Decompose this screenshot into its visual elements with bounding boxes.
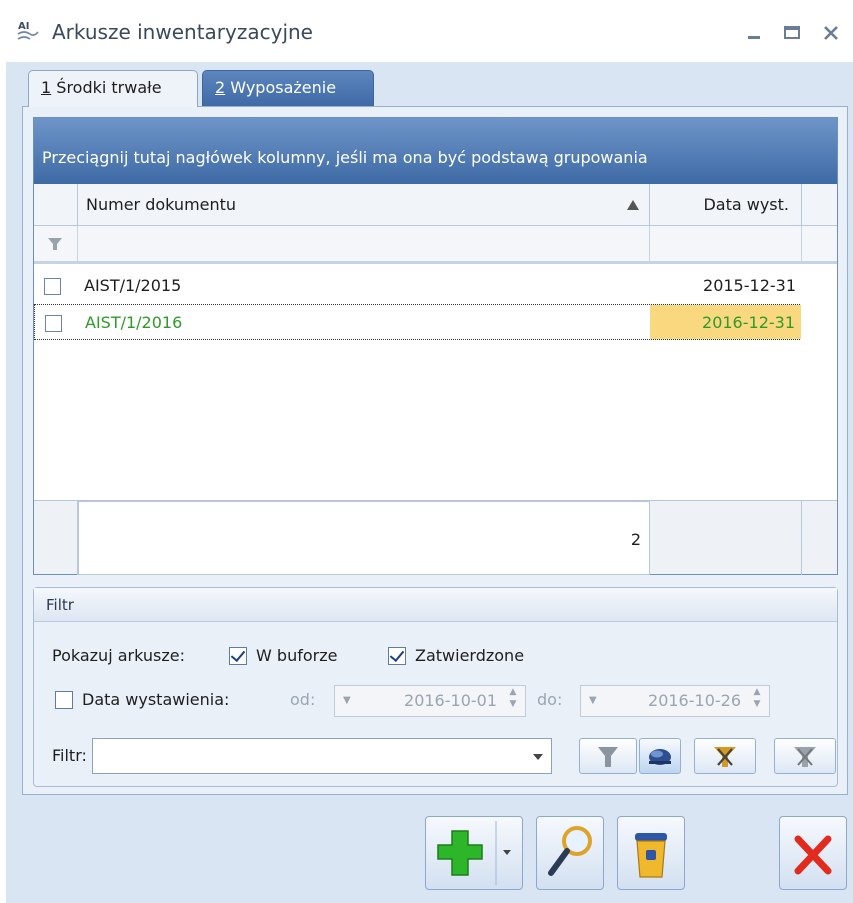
- row-checkbox[interactable]: [44, 278, 61, 295]
- filter-row-icon: [48, 238, 62, 250]
- column-header-numer-dokumentu[interactable]: Numer dokumentu: [78, 184, 650, 226]
- spin-arrows-icon[interactable]: ▲ ▼: [749, 686, 765, 716]
- filter-group: Filtr Pokazuj arkusze: W buforze Zatwier…: [33, 587, 838, 787]
- tab-label: Wyposażenie: [230, 78, 337, 97]
- tab-srodki-trwale[interactable]: 1 Środki trwałe: [28, 70, 198, 107]
- maximize-icon[interactable]: [778, 18, 808, 48]
- approved-checkbox[interactable]: [388, 647, 406, 665]
- row-date: 2015-12-31: [703, 276, 796, 295]
- row-doc-number: AIST/1/2015: [84, 276, 182, 295]
- filter-group-title: Filtr: [34, 588, 837, 622]
- window: AI Arkusze inwentaryzacyjne 1 Środki trw…: [6, 4, 853, 903]
- documents-grid: Przeciągnij tutaj nagłówek kolumny, jeśl…: [33, 117, 838, 575]
- helmet-icon: [649, 749, 671, 765]
- row-checkbox[interactable]: [45, 315, 62, 332]
- footer-count: 2: [78, 501, 650, 575]
- date-from-value: 2016-10-01: [404, 691, 497, 710]
- show-sheets-label: Pokazuj arkusze:: [52, 646, 185, 665]
- filter-cell-numer[interactable]: [78, 226, 650, 261]
- column-header-label: Numer dokumentu: [86, 195, 237, 214]
- window-title: Arkusze inwentaryzacyjne: [52, 20, 313, 44]
- header-filler-cell: [802, 184, 837, 226]
- funnel-clear-icon: [714, 747, 736, 767]
- spin-arrows-icon[interactable]: ▲ ▼: [505, 686, 521, 716]
- chevron-down-icon[interactable]: [533, 754, 543, 760]
- app-icon-text: AI: [18, 21, 29, 32]
- preview-button[interactable]: [536, 816, 604, 890]
- delete-button[interactable]: [617, 816, 685, 890]
- tab-label: Środki trwałe: [56, 78, 162, 97]
- app-icon: AI: [17, 21, 39, 40]
- clear-filter-button[interactable]: [694, 738, 756, 774]
- tab-key: 1: [41, 78, 52, 97]
- plus-icon: [437, 821, 511, 885]
- add-button[interactable]: [425, 816, 523, 890]
- red-x-icon: [794, 835, 832, 875]
- grid-header: Numer dokumentu Data wyst.: [34, 184, 837, 226]
- date-from-spinner[interactable]: ▼ 2016-10-01 ▲ ▼: [334, 685, 526, 717]
- filter-options-button[interactable]: [639, 738, 681, 774]
- footer-cell: [650, 501, 802, 575]
- date-to-value: 2016-10-26: [648, 691, 741, 710]
- column-header-label: Data wyst.: [703, 195, 789, 214]
- tab-key: 2: [215, 78, 226, 97]
- date-from-label: od:: [290, 690, 316, 709]
- in-buffer-label[interactable]: W buforze: [256, 646, 337, 665]
- magnifier-icon: [548, 826, 592, 876]
- table-row-selected[interactable]: AIST/1/2016 2016-12-31: [34, 304, 801, 340]
- funnel-remove-icon: [794, 747, 816, 767]
- in-buffer-checkbox[interactable]: [229, 647, 247, 665]
- filter-label: Filtr:: [52, 746, 87, 765]
- tab-strip: 1 Środki trwałe 2 Wyposażenie: [28, 70, 848, 107]
- sort-ascending-icon: [627, 200, 639, 210]
- filter-row-icon-cell[interactable]: [34, 226, 78, 261]
- grid-filter-row: [34, 226, 837, 264]
- dropdown-arrow-icon[interactable]: ▼: [343, 686, 351, 716]
- column-header-data-wyst[interactable]: Data wyst.: [650, 184, 802, 226]
- group-by-panel[interactable]: Przeciągnij tutaj nagłówek kolumny, jeśl…: [34, 118, 837, 184]
- header-select-cell[interactable]: [34, 184, 78, 226]
- issue-date-label[interactable]: Data wystawienia:: [82, 690, 229, 709]
- close-window-icon[interactable]: [816, 18, 846, 48]
- remove-filter-button[interactable]: [774, 738, 836, 774]
- date-to-label: do:: [537, 690, 563, 709]
- title-bar: AI Arkusze inwentaryzacyjne: [6, 4, 853, 62]
- grid-footer: 2: [34, 500, 837, 575]
- close-button[interactable]: [779, 816, 847, 890]
- tab-wyposazenie[interactable]: 2 Wyposażenie: [202, 70, 374, 106]
- apply-filter-button[interactable]: [579, 738, 637, 774]
- row-doc-number: AIST/1/2016: [85, 313, 183, 332]
- trash-bin-icon: [635, 833, 667, 878]
- date-to-spinner[interactable]: ▼ 2016-10-26 ▲ ▼: [580, 685, 770, 717]
- minimize-icon[interactable]: [740, 18, 770, 48]
- tab-panel: Przeciągnij tutaj nagłówek kolumny, jeśl…: [22, 106, 848, 795]
- footer-cell: [34, 501, 78, 575]
- approved-label[interactable]: Zatwierdzone: [415, 646, 524, 665]
- dropdown-arrow-icon[interactable]: ▼: [589, 686, 597, 716]
- table-row[interactable]: AIST/1/2015 2015-12-31: [34, 268, 800, 304]
- funnel-icon: [598, 747, 618, 767]
- filter-cell-data[interactable]: [650, 226, 802, 261]
- row-date: 2016-12-31: [702, 313, 795, 332]
- filter-combo[interactable]: [92, 738, 552, 774]
- issue-date-checkbox[interactable]: [55, 691, 73, 709]
